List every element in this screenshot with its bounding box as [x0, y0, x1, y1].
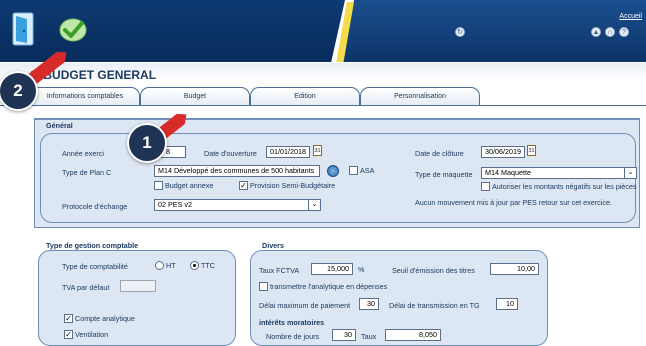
annee-label: Année exerci: [62, 149, 104, 158]
delai-tg-input[interactable]: 10: [496, 298, 518, 310]
chevron-down-icon[interactable]: ⌄: [624, 168, 636, 178]
validate-check-icon[interactable]: [58, 15, 88, 43]
compte-analytique-label: Compte analytique: [75, 314, 135, 323]
graduation-icon[interactable]: ▲: [591, 27, 601, 37]
ventilation-label: Ventilation: [75, 330, 109, 339]
refresh-icon[interactable]: ↻: [455, 27, 465, 37]
ttc-radio[interactable]: [190, 261, 199, 270]
annotation-callout-1: 1: [127, 123, 167, 163]
calendar-icon[interactable]: 31: [313, 145, 322, 156]
budget-annexe-checkbox[interactable]: [154, 181, 163, 190]
taux-fctva-input[interactable]: 15,000: [311, 263, 353, 275]
exit-door-icon[interactable]: [10, 12, 36, 46]
tva-label: TVA par défaut: [62, 283, 110, 292]
type-plan-label: Type de Plan C: [62, 168, 112, 177]
autoriser-checkbox[interactable]: [481, 182, 490, 191]
transmettre-label: transmettre l'analytique en dépenses: [270, 282, 388, 291]
type-maquette-select[interactable]: M14 Maquette ⌄: [481, 167, 637, 179]
type-compta-label: Type de comptabilité: [62, 262, 128, 271]
compte-analytique-checkbox[interactable]: ✓: [64, 314, 73, 323]
toolbar-dark-area: [0, 0, 345, 62]
tab-baseline: [0, 105, 646, 106]
taux-input[interactable]: 8,050: [385, 329, 441, 341]
delai-paiement-label: Délai maximum de paiement: [259, 301, 351, 310]
support-icon[interactable]: ∩: [605, 27, 615, 37]
budget-annexe-label: Budget annexe: [165, 181, 214, 190]
tab-informations-comptables[interactable]: Informations comptables: [30, 87, 140, 106]
type-maquette-value: M14 Maquette: [485, 168, 531, 177]
nombre-jours-label: Nombre de jours: [266, 332, 320, 341]
protocole-value: 02 PES v2: [158, 200, 192, 209]
globe-icon[interactable]: [327, 165, 339, 177]
general-section-title: Général: [46, 121, 73, 130]
top-toolbar: Accueil ↻ ▲ ∩ ?: [0, 0, 646, 62]
date-ouverture-label: Date d'ouverture: [204, 149, 257, 158]
accueil-link[interactable]: Accueil: [619, 13, 642, 20]
taux-fctva-label: Taux FCTVA: [259, 266, 300, 275]
seuil-label: Seuil d'émission des titres: [392, 266, 475, 275]
asa-checkbox[interactable]: [349, 166, 358, 175]
provision-label: Provision Semi-Budgétaire: [250, 181, 336, 190]
divers-title: Divers: [262, 241, 284, 250]
ttc-label: TTC: [201, 261, 215, 270]
page-title-text: BUDGET GENERAL: [43, 68, 157, 82]
aucun-mouvement-text: Aucun mouvement mis à jour par PES retou…: [415, 198, 612, 207]
autoriser-label: Autoriser les montants négatifs sur les …: [492, 182, 637, 191]
delai-paiement-input[interactable]: 30: [359, 298, 379, 310]
chevron-down-icon[interactable]: ⌄: [308, 200, 320, 210]
tab-budget[interactable]: Budget: [140, 87, 250, 106]
calendar-icon[interactable]: 31: [527, 145, 536, 156]
ventilation-checkbox[interactable]: ✓: [64, 330, 73, 339]
ht-label: HT: [166, 261, 176, 270]
taux-label: Taux: [361, 332, 377, 341]
transmettre-checkbox[interactable]: [259, 282, 268, 291]
type-plan-input[interactable]: M14 Développé des communes de 500 habita…: [154, 165, 320, 177]
protocole-select[interactable]: 02 PES v2 ⌄: [154, 199, 321, 211]
type-maquette-label: Type de maquette: [415, 170, 473, 179]
protocole-label: Protocole d'échange: [62, 202, 128, 211]
ht-radio[interactable]: [155, 261, 164, 270]
gestion-title: Type de gestion comptable: [46, 241, 139, 250]
percent-label: %: [358, 265, 365, 274]
tab-edition[interactable]: Edition: [250, 87, 360, 106]
asa-label: ASA: [360, 166, 375, 175]
date-ouverture-input[interactable]: 01/01/2018: [266, 146, 310, 158]
provision-checkbox[interactable]: ✓: [239, 181, 248, 190]
interets-title: intérêts moratoires: [259, 318, 325, 327]
help-icon[interactable]: ?: [619, 27, 629, 37]
date-cloture-label: Date de clôture: [415, 149, 464, 158]
delai-tg-label: Délai de transmission en TG: [389, 301, 480, 310]
nombre-jours-input[interactable]: 30: [332, 329, 356, 341]
date-cloture-input[interactable]: 30/06/2019: [481, 146, 525, 158]
tva-input[interactable]: [120, 280, 156, 292]
tab-personnalisation[interactable]: Personnalisation: [360, 87, 480, 106]
seuil-input[interactable]: 10,00: [490, 263, 539, 275]
